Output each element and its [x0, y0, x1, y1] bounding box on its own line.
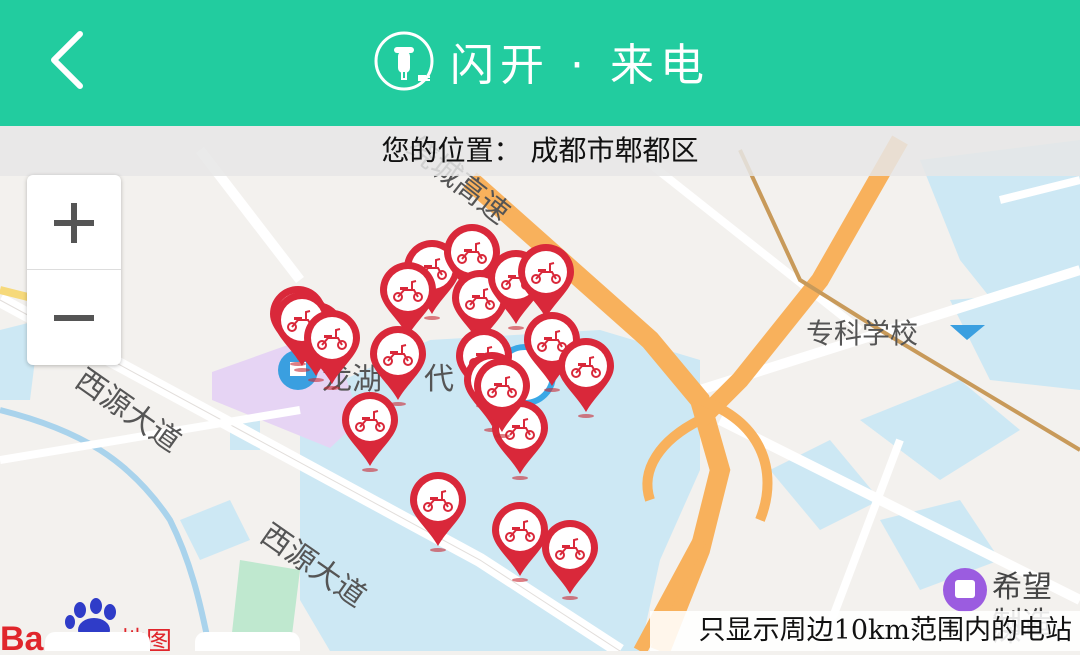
station-pin[interactable] [406, 470, 470, 552]
zoom-out-button[interactable] [27, 270, 121, 365]
scooter-pin-icon [342, 392, 398, 472]
back-button[interactable] [44, 28, 104, 92]
zoom-in-button[interactable] [27, 175, 121, 270]
station-pin[interactable] [554, 336, 618, 418]
zoom-control [27, 175, 121, 365]
bottom-tab-1[interactable] [45, 632, 150, 651]
school-label: 专科学校 [806, 317, 919, 350]
station-pin[interactable] [470, 356, 534, 438]
title-group: 闪开 · 来电 [372, 26, 710, 96]
location-bar: 您的位置： 成都市郫都区 [0, 126, 1080, 176]
scooter-pin-icon [304, 310, 360, 390]
scooter-pin-icon [410, 472, 466, 552]
station-pin[interactable] [300, 308, 364, 390]
minus-icon [54, 314, 94, 321]
plus-icon [54, 202, 94, 243]
chevron-left-icon [51, 31, 83, 89]
scooter-pin-icon [542, 520, 598, 600]
location-text: 您的位置： 成都市郫都区 [381, 134, 699, 167]
zoom-divider [27, 269, 121, 270]
app-header: 闪开 · 来电 [0, 0, 1080, 126]
station-pin[interactable] [538, 518, 602, 600]
scooter-plug-logo [374, 31, 434, 91]
station-pin[interactable] [338, 390, 402, 472]
svg-text:Ba: Ba [0, 620, 45, 651]
range-note: 只显示周边10km范围内的电站 [650, 611, 1080, 651]
page-title: 闪开 · 来电 [450, 40, 710, 91]
scooter-pin-icon [558, 338, 614, 418]
scooter-pin-icon [474, 358, 530, 438]
range-note-text: 只显示周边10km范围内的电站 [698, 615, 1072, 646]
bottom-tab-2[interactable] [195, 632, 300, 651]
